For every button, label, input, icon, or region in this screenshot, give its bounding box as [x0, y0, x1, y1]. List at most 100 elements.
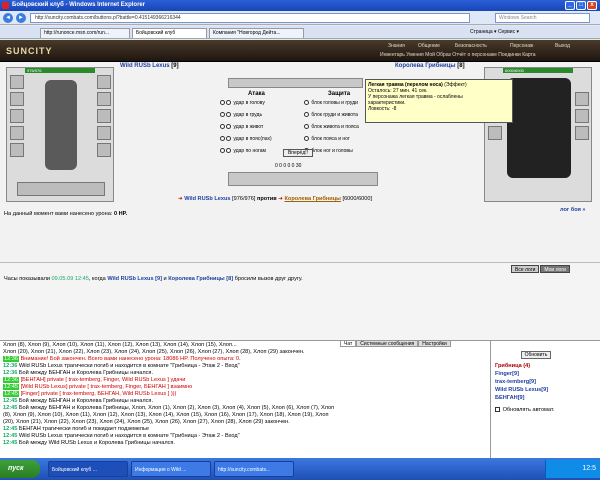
chat-line: 12:36 Wild RUSb Lexus трагически погиб и…: [3, 363, 240, 369]
chat-line: 12:36 Внимание! Бой закончен. Всего вами…: [3, 356, 241, 362]
tab-bar: http://runonce.msn.com/run... Бойцовский…: [0, 26, 600, 39]
slot-helmet[interactable]: [10, 75, 24, 89]
attack-legs[interactable]: удар по ногам: [220, 148, 266, 154]
refresh-button[interactable]: Обновить: [521, 351, 551, 359]
nav-character[interactable]: Персонаж: [510, 43, 533, 49]
nav-security[interactable]: Безопасность: [455, 43, 487, 49]
chat-line: 12:45 Бой между Wild RUSb Lexus и Короле…: [3, 440, 175, 446]
task-info[interactable]: Информация о Wild ...: [131, 461, 211, 477]
enemy-slot-4: [575, 92, 589, 106]
player-figure: [45, 80, 77, 170]
attack-stomach[interactable]: удар в живот: [220, 124, 263, 130]
chat-line: 12:45 Wild RUSb Lexus трагически погиб и…: [3, 433, 240, 439]
system-tray-clock: 12:5: [545, 460, 600, 478]
chat-line: Хлоп (8), Хлоп (9), Хлоп (10), Хлоп (11)…: [3, 342, 237, 348]
actions-strip[interactable]: [228, 172, 378, 186]
enemy-slot-3: [488, 126, 502, 140]
slot-earrings[interactable]: [97, 75, 111, 89]
player-hp-bar: 976/976: [25, 68, 95, 73]
slot-boots[interactable]: [97, 143, 111, 157]
attack-head[interactable]: удар в голову: [220, 100, 265, 106]
ie-icon: [2, 2, 9, 9]
maximize-button[interactable]: □: [576, 1, 586, 10]
user-finger[interactable]: Finger[9]: [495, 371, 519, 377]
game-header: SUNCITY Знания Общение Безопасность Перс…: [0, 40, 600, 62]
enemy-name[interactable]: Королева Грибницы [8]: [395, 63, 465, 69]
attack-header: Атака: [248, 91, 265, 97]
nav-secondary[interactable]: Инвентарь Умения Мой Образ Отчёт о персо…: [380, 52, 536, 58]
chat-line: 12:45 [Finger] private [ trax-temberg, Б…: [3, 391, 177, 397]
address-bar: ◄ ► http://suncity.combats.com/buttons.p…: [0, 11, 600, 25]
slot-gloves[interactable]: [97, 92, 111, 106]
slot-weapon[interactable]: [10, 109, 24, 123]
battle-log-link[interactable]: лог боя »: [560, 207, 586, 213]
block-belt-legs[interactable]: блок пояса и ног: [304, 136, 350, 142]
room-name: Грибница (4): [495, 363, 531, 369]
attack-groin[interactable]: удар в пояс(пах): [220, 136, 272, 142]
close-button[interactable]: x: [587, 1, 597, 10]
player-avatar-box: 976/976: [6, 67, 114, 202]
suncity-logo: SUNCITY: [6, 46, 53, 56]
room-panel: Обновить Грибница (4) Finger[9] trax-tem…: [490, 340, 600, 458]
damage-line: На данный момент вами нанесено урона: 0 …: [4, 211, 128, 217]
chat-line: (8), Хлоп (9), Хлоп (10), Хлоп (11), Хло…: [3, 412, 329, 418]
search-input[interactable]: Windows Search: [495, 13, 590, 23]
slot-ring[interactable]: [97, 126, 111, 140]
user-lexus[interactable]: Wild RUSb Lexus[9]: [495, 387, 548, 393]
log-entry: Часы показывали 09.05.09 12:45, когда Wi…: [4, 276, 303, 282]
enemy-slot-5: [575, 109, 589, 123]
block-head-chest[interactable]: блок головы и груди: [304, 100, 358, 106]
nav-exit[interactable]: Выход: [555, 43, 570, 49]
player-name[interactable]: Wild RUSb Lexus [9]: [120, 63, 179, 69]
back-button[interactable]: ◄: [3, 13, 13, 23]
nav-chat[interactable]: Общение: [418, 43, 440, 49]
toolbar-menus[interactable]: Страница ▾ Сервис ▾: [470, 28, 519, 37]
effects-strip[interactable]: [228, 78, 363, 88]
attack-chest[interactable]: удар в грудь: [220, 112, 262, 118]
tab-all-logs[interactable]: Все логи: [511, 265, 540, 273]
nav-knowledge[interactable]: Знания: [388, 43, 405, 49]
tab-my-logs[interactable]: Мои логи: [540, 265, 570, 273]
chat-line: 12:36 Бой между БЕНГАН и Королева Грибни…: [3, 370, 153, 376]
chat-line: 12:45 Бой между БЕНГАН и Королева Грибни…: [3, 405, 335, 411]
tab-msn[interactable]: http://runonce.msn.com/run...: [40, 28, 130, 38]
url-input[interactable]: http://suncity.combats.com/buttons.pl?ba…: [30, 13, 470, 23]
enemy-hp-bar: 6000/6000: [503, 68, 573, 73]
chat-line: Хлоп (20), Хлоп (21), Хлоп (22), Хлоп (2…: [3, 349, 305, 355]
versus-enemy[interactable]: Королева Грибницы: [285, 196, 341, 202]
chat-line: 12:45 Бой между БЕНГАН и Королева Грибни…: [3, 398, 153, 404]
window-titlebar: Бойцовский клуб - Windows Internet Explo…: [0, 0, 600, 11]
task-suncity[interactable]: http://suncity.combats...: [214, 461, 294, 477]
log-tabs: Все логи Мои логи: [510, 265, 570, 273]
forward-button[interactable]: ►: [16, 13, 26, 23]
defense-header: Защита: [328, 91, 351, 97]
auto-refresh-checkbox[interactable]: Обновлять автомат.: [495, 407, 554, 413]
slot-armor[interactable]: [10, 126, 24, 140]
user-trax[interactable]: trax-temberg[9]: [495, 379, 536, 385]
slot-amulet[interactable]: [10, 92, 24, 106]
window-title: Бойцовский клуб - Windows Internet Explo…: [12, 2, 146, 8]
go-button[interactable]: Вперёд!!: [283, 149, 313, 157]
versus-player[interactable]: Wild RUSb Lexus: [184, 196, 230, 202]
enemy-slot-6: [575, 126, 589, 140]
chat-line: 12:45 БЕНГАН трагически погиб и покидает…: [3, 426, 150, 432]
block-chest-stomach[interactable]: блок груди и живота: [304, 112, 358, 118]
effect-tooltip: Легкая травма (перелом носа) (Эффект) Ос…: [365, 79, 513, 123]
chat-line: 12:36 [БЕНГАН] private [ trax-temberg, F…: [3, 377, 186, 383]
tab-novgorod[interactable]: Компания "Новгород Дейта...: [209, 28, 304, 38]
battle-log-frame: Все логи Мои логи Часы показывали 09.05.0…: [0, 262, 600, 340]
user-bengan[interactable]: БЕНГАН[9]: [495, 395, 525, 401]
chat-line: 12:45 [Wild RUSb Lexus] private [ trax-t…: [3, 384, 193, 390]
slot-belt[interactable]: [10, 143, 24, 157]
quick-slots[interactable]: [17, 182, 105, 196]
taskbar: пуск Бойцовский клуб ... Информация о Wi…: [0, 458, 600, 480]
start-button[interactable]: пуск: [0, 460, 40, 478]
tab-combats[interactable]: Бойцовский клуб: [132, 28, 207, 38]
minimize-button[interactable]: _: [565, 1, 575, 10]
versus-line: ➜ Wild RUSb Lexus [976/976] против ➜ Кор…: [178, 196, 373, 202]
enemy-figure: [507, 78, 571, 178]
block-stomach-belt[interactable]: блок живота и пояса: [304, 124, 359, 130]
task-combats[interactable]: Бойцовский клуб ...: [48, 461, 128, 477]
chat-area: Чат Системные сообщения Настройки Хлоп (8)…: [0, 340, 490, 458]
slot-shield[interactable]: [97, 109, 111, 123]
